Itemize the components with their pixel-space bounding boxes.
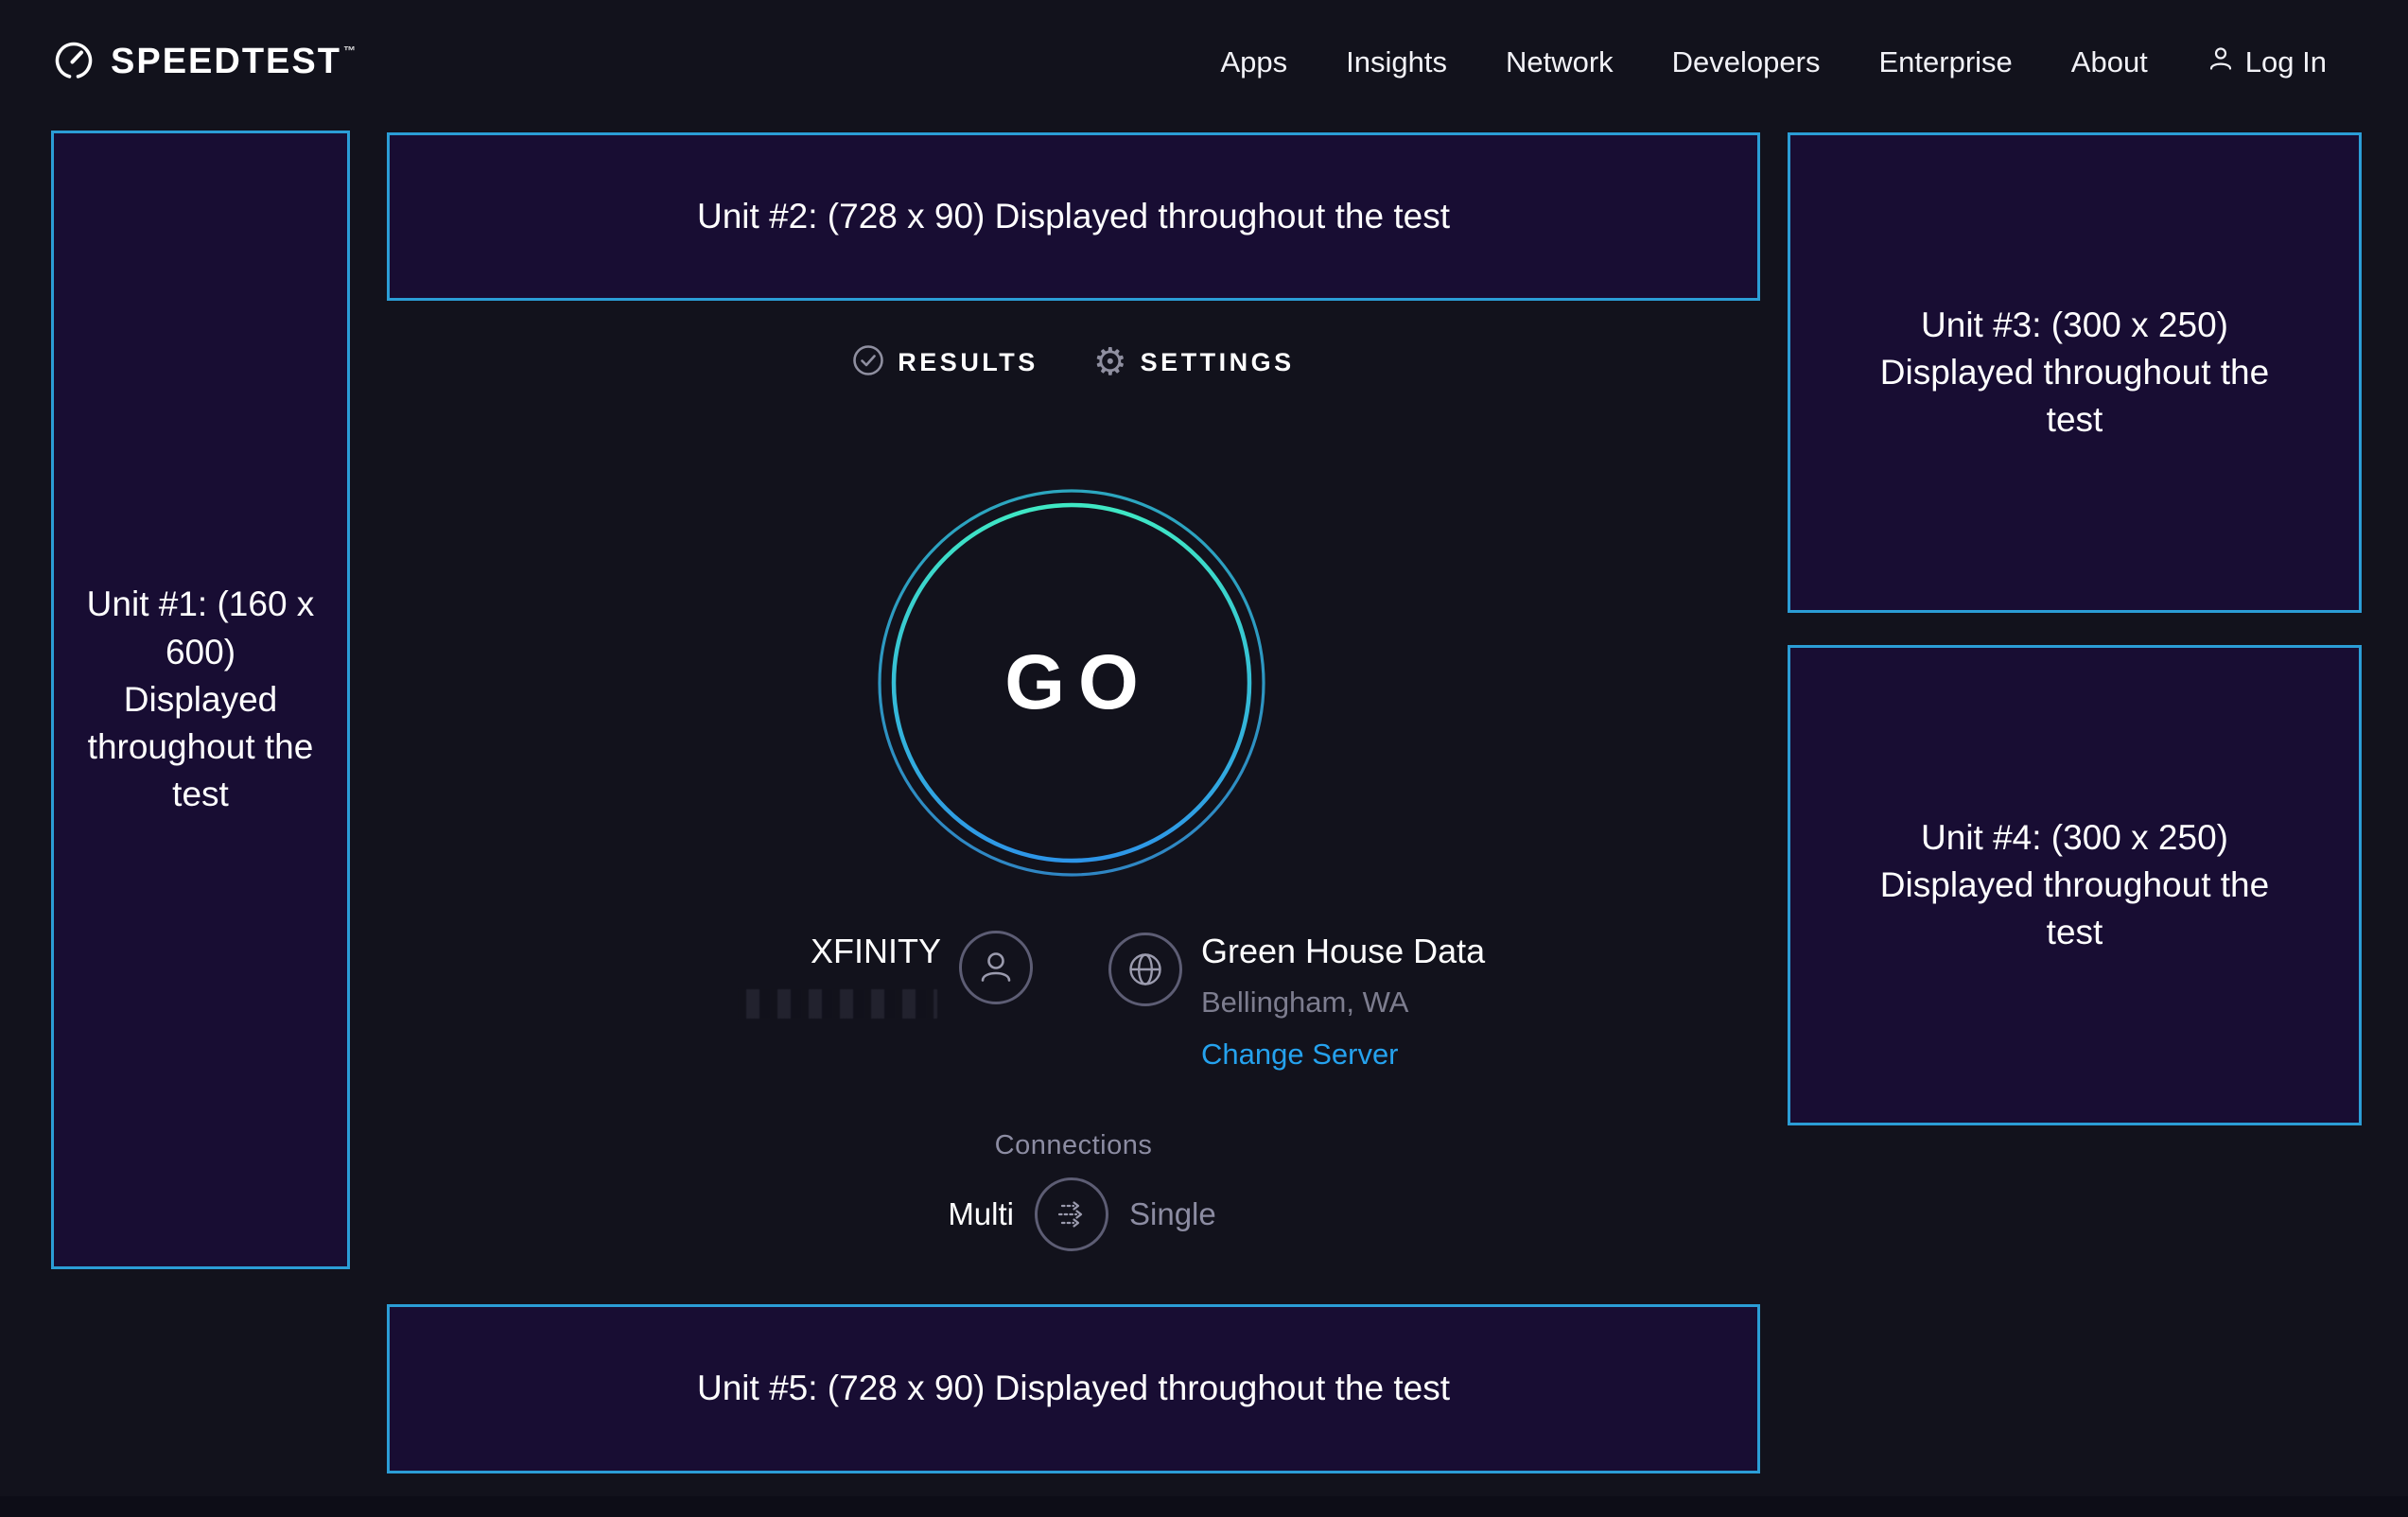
person-icon <box>2207 44 2235 80</box>
server-location: Bellingham, WA <box>1201 985 1485 1020</box>
ad-unit-5[interactable]: Unit #5: (728 x 90) Displayed throughout… <box>387 1304 1760 1473</box>
tab-results[interactable]: RESULTS <box>852 344 1038 381</box>
ad-unit-3-text: Unit #3: (300 x 250) Displayed throughou… <box>1874 302 2276 445</box>
nav-item-enterprise[interactable]: Enterprise <box>1878 45 2012 79</box>
gauge-icon <box>52 38 96 86</box>
ad-unit-2-text: Unit #2: (728 x 90) Displayed throughout… <box>697 193 1450 240</box>
ad-unit-4[interactable]: Unit #4: (300 x 250) Displayed throughou… <box>1788 645 2362 1125</box>
connections-toggle-icon[interactable] <box>1035 1177 1108 1251</box>
trademark-mark: ™ <box>343 44 358 58</box>
speedtest-logo[interactable]: SPEEDTEST ™ <box>52 38 358 86</box>
ad-unit-3[interactable]: Unit #3: (300 x 250) Displayed throughou… <box>1788 132 2362 613</box>
tab-settings[interactable]: ⚙︎ SETTINGS <box>1093 345 1295 379</box>
ad-unit-2[interactable]: Unit #2: (728 x 90) Displayed throughout… <box>387 132 1760 301</box>
tab-settings-label: SETTINGS <box>1141 348 1295 377</box>
server-name: Green House Data <box>1201 931 1485 972</box>
speedtest-page: SPEEDTEST ™ Apps Insights Network Develo… <box>0 0 2408 1517</box>
gear-icon: ⚙︎ <box>1093 345 1127 379</box>
connections-label: Connections <box>387 1130 1760 1161</box>
nav-item-apps[interactable]: Apps <box>1220 45 1287 79</box>
nav-item-insights[interactable]: Insights <box>1346 45 1447 79</box>
server-info: Green House Data Bellingham, WA Change S… <box>1201 931 1485 1072</box>
nav-links: Apps Insights Network Developers Enterpr… <box>1220 38 2327 87</box>
user-circle-icon <box>959 931 1033 1004</box>
navbar: SPEEDTEST ™ Apps Insights Network Develo… <box>0 0 2408 113</box>
login-button[interactable]: Log In <box>2207 44 2327 80</box>
brand-name: SPEEDTEST <box>111 42 341 82</box>
globe-icon <box>1108 933 1182 1006</box>
ad-unit-4-text: Unit #4: (300 x 250) Displayed throughou… <box>1874 814 2276 957</box>
check-circle-icon <box>852 344 884 381</box>
go-label: GO <box>877 488 1266 878</box>
tabs-row: RESULTS ⚙︎ SETTINGS <box>387 339 1760 386</box>
isp-ip-redacted <box>739 989 937 1019</box>
nav-item-about[interactable]: About <box>2071 45 2148 79</box>
change-server-link[interactable]: Change Server <box>1201 1037 1485 1072</box>
go-button[interactable]: GO <box>877 488 1266 878</box>
ad-unit-5-text: Unit #5: (728 x 90) Displayed throughout… <box>697 1365 1450 1412</box>
nav-item-network[interactable]: Network <box>1506 45 1614 79</box>
ad-unit-1-text: Unit #1: (160 x 600) Displayed throughou… <box>86 581 315 819</box>
connections-multi-option[interactable]: Multi <box>813 1194 1014 1234</box>
connections-single-option[interactable]: Single <box>1129 1194 1216 1234</box>
tab-results-label: RESULTS <box>898 348 1038 377</box>
ad-unit-1[interactable]: Unit #1: (160 x 600) Displayed throughou… <box>51 131 350 1269</box>
login-label: Log In <box>2245 45 2327 79</box>
footer-strip <box>0 1496 2408 1517</box>
nav-item-developers[interactable]: Developers <box>1672 45 1821 79</box>
isp-name[interactable]: XFINITY <box>605 931 941 972</box>
